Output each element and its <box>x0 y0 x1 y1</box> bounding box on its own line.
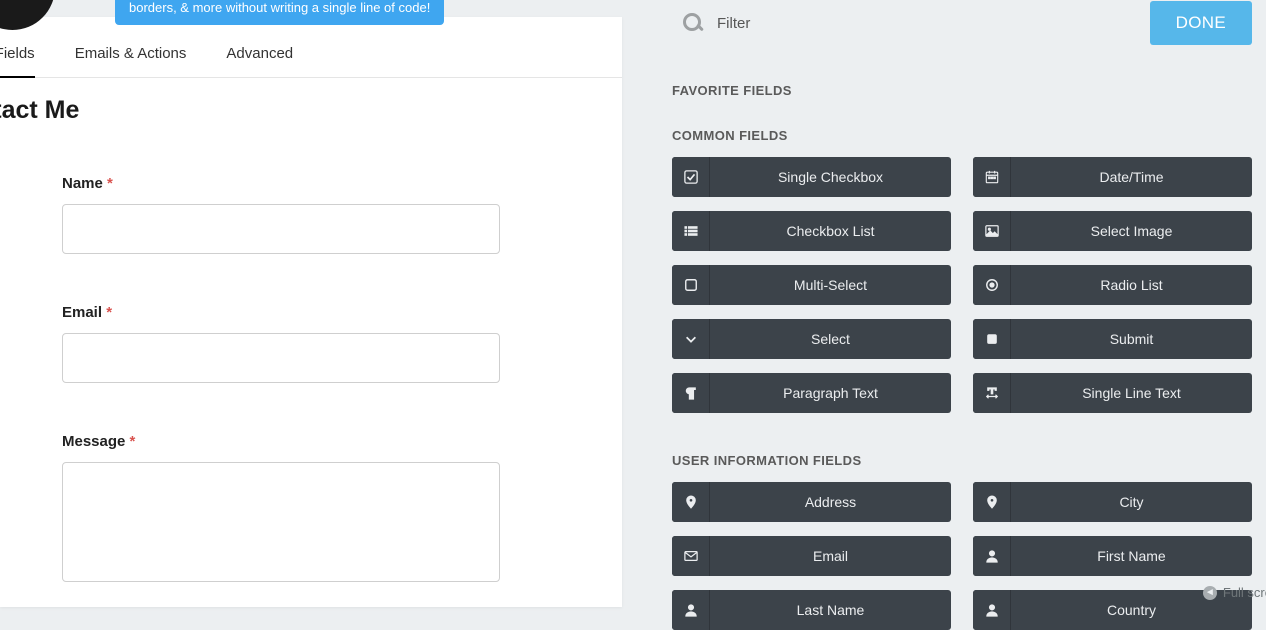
field-type-label: Date/Time <box>1011 169 1252 185</box>
common-fields-grid: Single Checkbox Date/Time Checkbox List Sel… <box>672 157 1252 413</box>
square-icon <box>672 265 710 305</box>
label-name: Name * <box>62 175 560 192</box>
field-type-address[interactable]: Address <box>672 482 951 522</box>
dot-circle-icon <box>973 265 1011 305</box>
filter-input[interactable] <box>717 15 917 32</box>
map-marker-icon <box>973 482 1011 522</box>
required-mark: * <box>130 433 136 450</box>
field-type-label: Radio List <box>1011 277 1252 293</box>
tab-form-fields[interactable]: m Fields <box>0 45 35 78</box>
envelope-icon <box>672 536 710 576</box>
field-type-label: Country <box>1011 602 1252 618</box>
label-email: Email * <box>62 304 560 321</box>
field-type-label: Single Line Text <box>1011 385 1252 401</box>
chevron-down-icon <box>672 319 710 359</box>
text-width-icon <box>973 373 1011 413</box>
user-fields-grid: Address City Email First Name Last Name Count… <box>672 482 1252 630</box>
filter-wrap <box>682 12 917 34</box>
field-type-submit[interactable]: Submit <box>973 319 1252 359</box>
list-icon <box>672 211 710 251</box>
done-button[interactable]: DONE <box>1150 1 1252 45</box>
image-icon <box>973 211 1011 251</box>
editor-tabs: m Fields Emails & Actions Advanced <box>0 17 622 78</box>
field-row-message[interactable]: Message * <box>62 433 560 587</box>
arrow-left-icon: ◄ <box>1203 586 1217 600</box>
field-picker-panel: FAVORITE FIELDS COMMON FIELDS Single Che… <box>622 75 1266 630</box>
field-type-single-line-text[interactable]: Single Line Text <box>973 373 1252 413</box>
field-type-label: Select <box>710 331 951 347</box>
section-favorite-fields: FAVORITE FIELDS <box>672 83 1252 98</box>
field-type-label: Last Name <box>710 602 951 618</box>
field-type-label: Checkbox List <box>710 223 951 239</box>
input-message[interactable] <box>62 462 500 582</box>
field-type-single-checkbox[interactable]: Single Checkbox <box>672 157 951 197</box>
section-common-fields: COMMON FIELDS <box>672 128 1252 143</box>
field-type-label: Address <box>710 494 951 510</box>
field-type-radio-list[interactable]: Radio List <box>973 265 1252 305</box>
form-fields-area: Name * Email * Message * <box>0 125 622 587</box>
tab-advanced[interactable]: Advanced <box>226 45 293 78</box>
form-editor-panel: m Fields Emails & Actions Advanced ntact… <box>0 17 622 607</box>
input-email[interactable] <box>62 333 500 383</box>
tab-emails-actions[interactable]: Emails & Actions <box>75 45 187 78</box>
required-mark: * <box>107 175 113 192</box>
form-title[interactable]: ntact Me <box>0 78 622 125</box>
section-user-fields: USER INFORMATION FIELDS <box>672 453 1252 468</box>
label-message: Message * <box>62 433 560 450</box>
field-type-checkbox-list[interactable]: Checkbox List <box>672 211 951 251</box>
field-type-last-name[interactable]: Last Name <box>672 590 951 630</box>
required-mark: * <box>106 304 112 321</box>
fullscreen-label: Full scre <box>1223 585 1266 600</box>
right-header: DONE <box>622 0 1266 46</box>
field-type-select[interactable]: Select <box>672 319 951 359</box>
field-type-label: Submit <box>1011 331 1252 347</box>
field-row-email[interactable]: Email * <box>62 304 560 383</box>
check-square-icon <box>672 157 710 197</box>
user-icon <box>973 590 1011 630</box>
field-type-label: Paragraph Text <box>710 385 951 401</box>
field-type-multi-select[interactable]: Multi-Select <box>672 265 951 305</box>
field-type-label: Single Checkbox <box>710 169 951 185</box>
field-type-label: Select Image <box>1011 223 1252 239</box>
field-type-email[interactable]: Email <box>672 536 951 576</box>
field-type-label: Email <box>710 548 951 564</box>
square-solid-icon <box>973 319 1011 359</box>
field-row-name[interactable]: Name * <box>62 175 560 254</box>
field-type-label: Multi-Select <box>710 277 951 293</box>
calendar-icon <box>973 157 1011 197</box>
field-type-label: City <box>1011 494 1252 510</box>
field-type-city[interactable]: City <box>973 482 1252 522</box>
map-marker-icon <box>672 482 710 522</box>
field-type-date-time[interactable]: Date/Time <box>973 157 1252 197</box>
notice-banner: borders, & more without writing a single… <box>115 0 444 25</box>
user-icon <box>672 590 710 630</box>
input-name[interactable] <box>62 204 500 254</box>
field-type-first-name[interactable]: First Name <box>973 536 1252 576</box>
search-icon <box>682 12 704 34</box>
user-icon <box>973 536 1011 576</box>
field-type-select-image[interactable]: Select Image <box>973 211 1252 251</box>
field-type-paragraph-text[interactable]: Paragraph Text <box>672 373 951 413</box>
field-type-label: First Name <box>1011 548 1252 564</box>
paragraph-icon <box>672 373 710 413</box>
fullscreen-indicator[interactable]: ◄ Full scre <box>1203 585 1266 600</box>
